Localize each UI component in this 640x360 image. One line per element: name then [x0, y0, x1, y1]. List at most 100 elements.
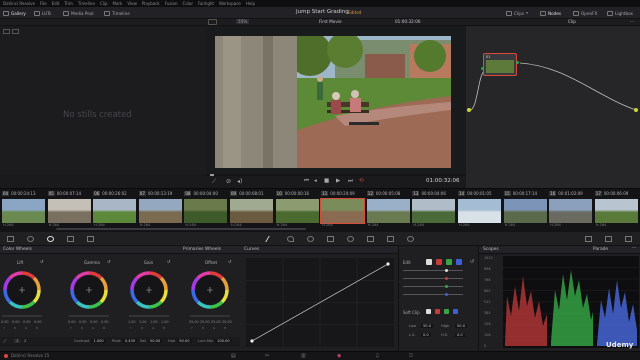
wheel-value[interactable]: 1.00: [128, 320, 136, 324]
color-wheel[interactable]: [127, 268, 171, 312]
wheel-value[interactable]: 0.00: [23, 320, 31, 324]
scopes-toggle-icon[interactable]: [605, 236, 612, 242]
wheel-value[interactable]: 0.00: [68, 320, 76, 324]
clip-thumbnail[interactable]: [458, 199, 501, 223]
media-pool-button[interactable]: Media Pool: [63, 9, 94, 17]
gallery-list-icon[interactable]: [12, 29, 19, 34]
playhead[interactable]: [210, 174, 214, 176]
wheel-value[interactable]: 25.00: [222, 320, 232, 324]
menu-item[interactable]: Workspace: [219, 1, 241, 6]
color-wheels-icon[interactable]: [47, 236, 54, 242]
clip-thumbnail[interactable]: [594, 199, 638, 223]
menu-item[interactable]: Mark: [113, 1, 123, 6]
edit-g-button[interactable]: [446, 259, 452, 265]
menu-item[interactable]: DaVinci Resolve: [3, 1, 35, 6]
clip-thumbnail[interactable]: [366, 199, 410, 223]
master-wheel-slider[interactable]: [190, 315, 230, 317]
node-input-dot[interactable]: [481, 67, 484, 70]
y-slider[interactable]: [445, 269, 448, 272]
stop-icon[interactable]: ■: [324, 178, 329, 184]
clip-thumbnail[interactable]: [320, 198, 366, 224]
clip-thumbnail[interactable]: [47, 199, 91, 223]
fairlight-page-icon[interactable]: ♫: [375, 353, 379, 359]
curve-point[interactable]: [386, 262, 390, 266]
loop-icon[interactable]: ⟲: [359, 178, 364, 184]
reset-icon[interactable]: ↺: [40, 259, 43, 264]
deliver-page-icon[interactable]: ⎋: [409, 353, 413, 359]
reset-icon[interactable]: ↺: [167, 259, 170, 264]
media-page-icon[interactable]: ▤: [231, 353, 236, 359]
soft-clip-y-button[interactable]: [426, 309, 431, 314]
more-icon[interactable]: ···: [632, 246, 636, 251]
wheel-value[interactable]: 0.00: [101, 320, 109, 324]
master-wheel-slider[interactable]: [2, 315, 42, 317]
color-match-icon[interactable]: [27, 236, 34, 242]
highlight-icon[interactable]: ⊘: [226, 178, 231, 185]
menu-item[interactable]: Fusion: [165, 1, 178, 6]
menu-item[interactable]: Timeline: [78, 1, 95, 6]
audio-icon[interactable]: ◂): [237, 178, 242, 185]
clip-thumbnail[interactable]: [138, 199, 182, 223]
clip-strip-scrollbar[interactable]: [56, 228, 306, 230]
wheel-value[interactable]: 0.00: [12, 320, 20, 324]
key-icon[interactable]: [367, 236, 374, 242]
keyframes-icon[interactable]: [625, 236, 632, 242]
menu-item[interactable]: Clip: [100, 1, 108, 6]
qualifier-icon[interactable]: [287, 236, 294, 242]
param-value[interactable]: 0.435: [122, 339, 138, 343]
nodes-button[interactable]: Nodes: [540, 9, 561, 17]
scope-mode-select[interactable]: Parade: [593, 247, 608, 252]
menu-item[interactable]: View: [127, 1, 137, 6]
wheel-value[interactable]: 1.00: [150, 320, 158, 324]
param-value[interactable]: 50.00: [177, 339, 192, 343]
r-slider[interactable]: [445, 277, 448, 280]
color-page-icon[interactable]: ◉: [337, 353, 341, 359]
high-field[interactable]: 50.0: [455, 324, 468, 328]
cut-page-icon[interactable]: ✂: [265, 353, 269, 359]
curves-icon[interactable]: [265, 236, 276, 242]
tracker-icon[interactable]: [327, 236, 334, 242]
node-01[interactable]: 01: [483, 53, 517, 76]
page-1-button[interactable]: 1: [14, 339, 21, 343]
motion-effects-icon[interactable]: [87, 236, 94, 242]
openfx-button[interactable]: OpenFX: [573, 9, 597, 17]
menu-item[interactable]: File: [40, 1, 47, 6]
edit-y-button[interactable]: [426, 259, 432, 265]
play-icon[interactable]: ▶: [336, 178, 340, 184]
master-wheel-slider[interactable]: [129, 315, 169, 317]
soft-clip-b-button[interactable]: [453, 309, 458, 314]
g-slider[interactable]: [445, 285, 448, 288]
clip-thumbnail[interactable]: [275, 199, 319, 223]
blur-icon[interactable]: [347, 236, 354, 242]
wheels-mode-select[interactable]: Primaries Wheels: [183, 247, 221, 252]
menu-item[interactable]: Trim: [64, 1, 73, 6]
wheel-value[interactable]: 0.00: [34, 320, 42, 324]
menu-item[interactable]: Help: [246, 1, 255, 6]
menu-item[interactable]: Fairlight: [198, 1, 214, 6]
reset-icon[interactable]: ↺: [107, 259, 110, 264]
node-output-dot[interactable]: [516, 61, 519, 64]
viewer-layout-icon[interactable]: [208, 19, 217, 25]
timeline-button[interactable]: Timeline: [104, 9, 130, 17]
color-wheel[interactable]: [0, 268, 44, 312]
viewer-image[interactable]: [215, 36, 451, 168]
wheel-value[interactable]: 1.00: [161, 320, 169, 324]
luts-button[interactable]: LUTs: [34, 9, 51, 17]
3d-icon[interactable]: [407, 236, 414, 242]
b-slider[interactable]: [445, 293, 448, 296]
clip-thumbnail[interactable]: [93, 199, 137, 223]
wheel-value[interactable]: 25.00: [189, 320, 199, 324]
param-value[interactable]: 100.00: [215, 339, 232, 343]
color-wheel[interactable]: [67, 268, 111, 312]
clip-thumbnail[interactable]: [412, 199, 456, 223]
wheel-value[interactable]: 1.00: [139, 320, 147, 324]
info-icon[interactable]: [585, 236, 592, 242]
reset-icon[interactable]: ↺: [228, 259, 231, 264]
curve-point[interactable]: [250, 339, 254, 343]
gallery-button[interactable]: Gallery: [3, 9, 26, 17]
clip-thumbnail[interactable]: [2, 199, 45, 223]
menu-item[interactable]: Edit: [52, 1, 60, 6]
more-icon[interactable]: ···: [630, 19, 634, 24]
viewer-scrubber[interactable]: [206, 174, 466, 176]
param-value[interactable]: 50.00: [147, 339, 163, 343]
